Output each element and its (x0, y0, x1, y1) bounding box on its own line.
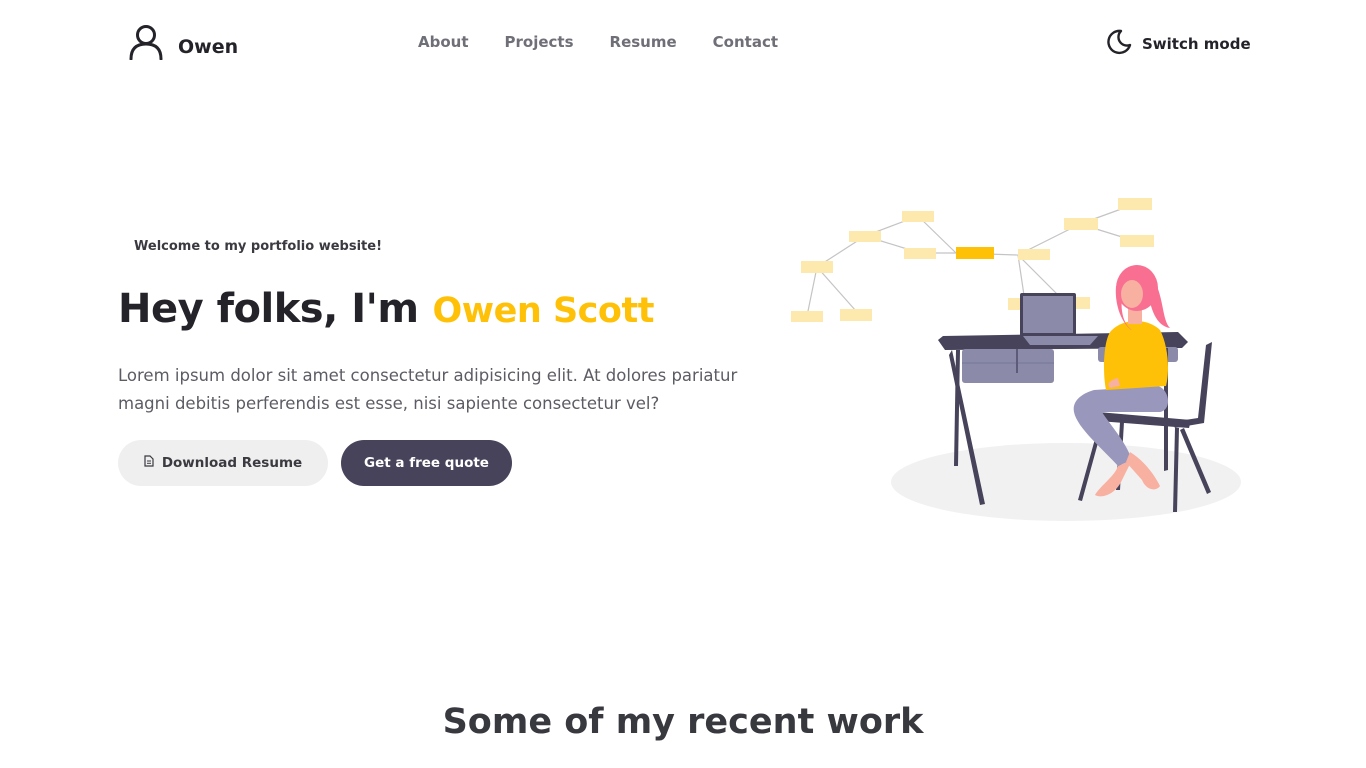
nav-link-projects[interactable]: Projects (505, 33, 574, 51)
hero-greeting: Hey folks, I'm (118, 286, 419, 332)
hero-name: Owen Scott (432, 291, 655, 331)
download-resume-label: Download Resume (161, 455, 303, 471)
nav-link-resume[interactable]: Resume (610, 33, 677, 51)
free-quote-label: Get a free quote (364, 455, 489, 471)
top-navigation: Owen About Projects Resume Contact Switc… (0, 0, 1366, 84)
document-icon (144, 455, 154, 471)
nav-links: About Projects Resume Contact (418, 33, 814, 51)
brand-link[interactable]: Owen (128, 24, 238, 60)
nav-link-contact[interactable]: Contact (713, 33, 778, 51)
switch-mode-label: Switch mode (1142, 35, 1251, 53)
hero-headline: Hey folks, I'm Owen Scott (118, 286, 654, 332)
brand-name: Owen (178, 36, 239, 58)
download-resume-button[interactable]: Download Resume (118, 440, 328, 486)
free-quote-button[interactable]: Get a free quote (341, 440, 512, 486)
user-icon (128, 24, 164, 60)
moon-icon (1105, 28, 1133, 60)
recent-work-title: Some of my recent work (442, 702, 924, 742)
welcome-text: Welcome to my portfolio website! (134, 239, 382, 254)
hero-description: Lorem ipsum dolor sit amet consectetur a… (118, 366, 738, 413)
nav-link-about[interactable]: About (418, 33, 469, 51)
switch-mode-button[interactable]: Switch mode (1105, 28, 1251, 60)
hero-illustration (780, 190, 1250, 530)
